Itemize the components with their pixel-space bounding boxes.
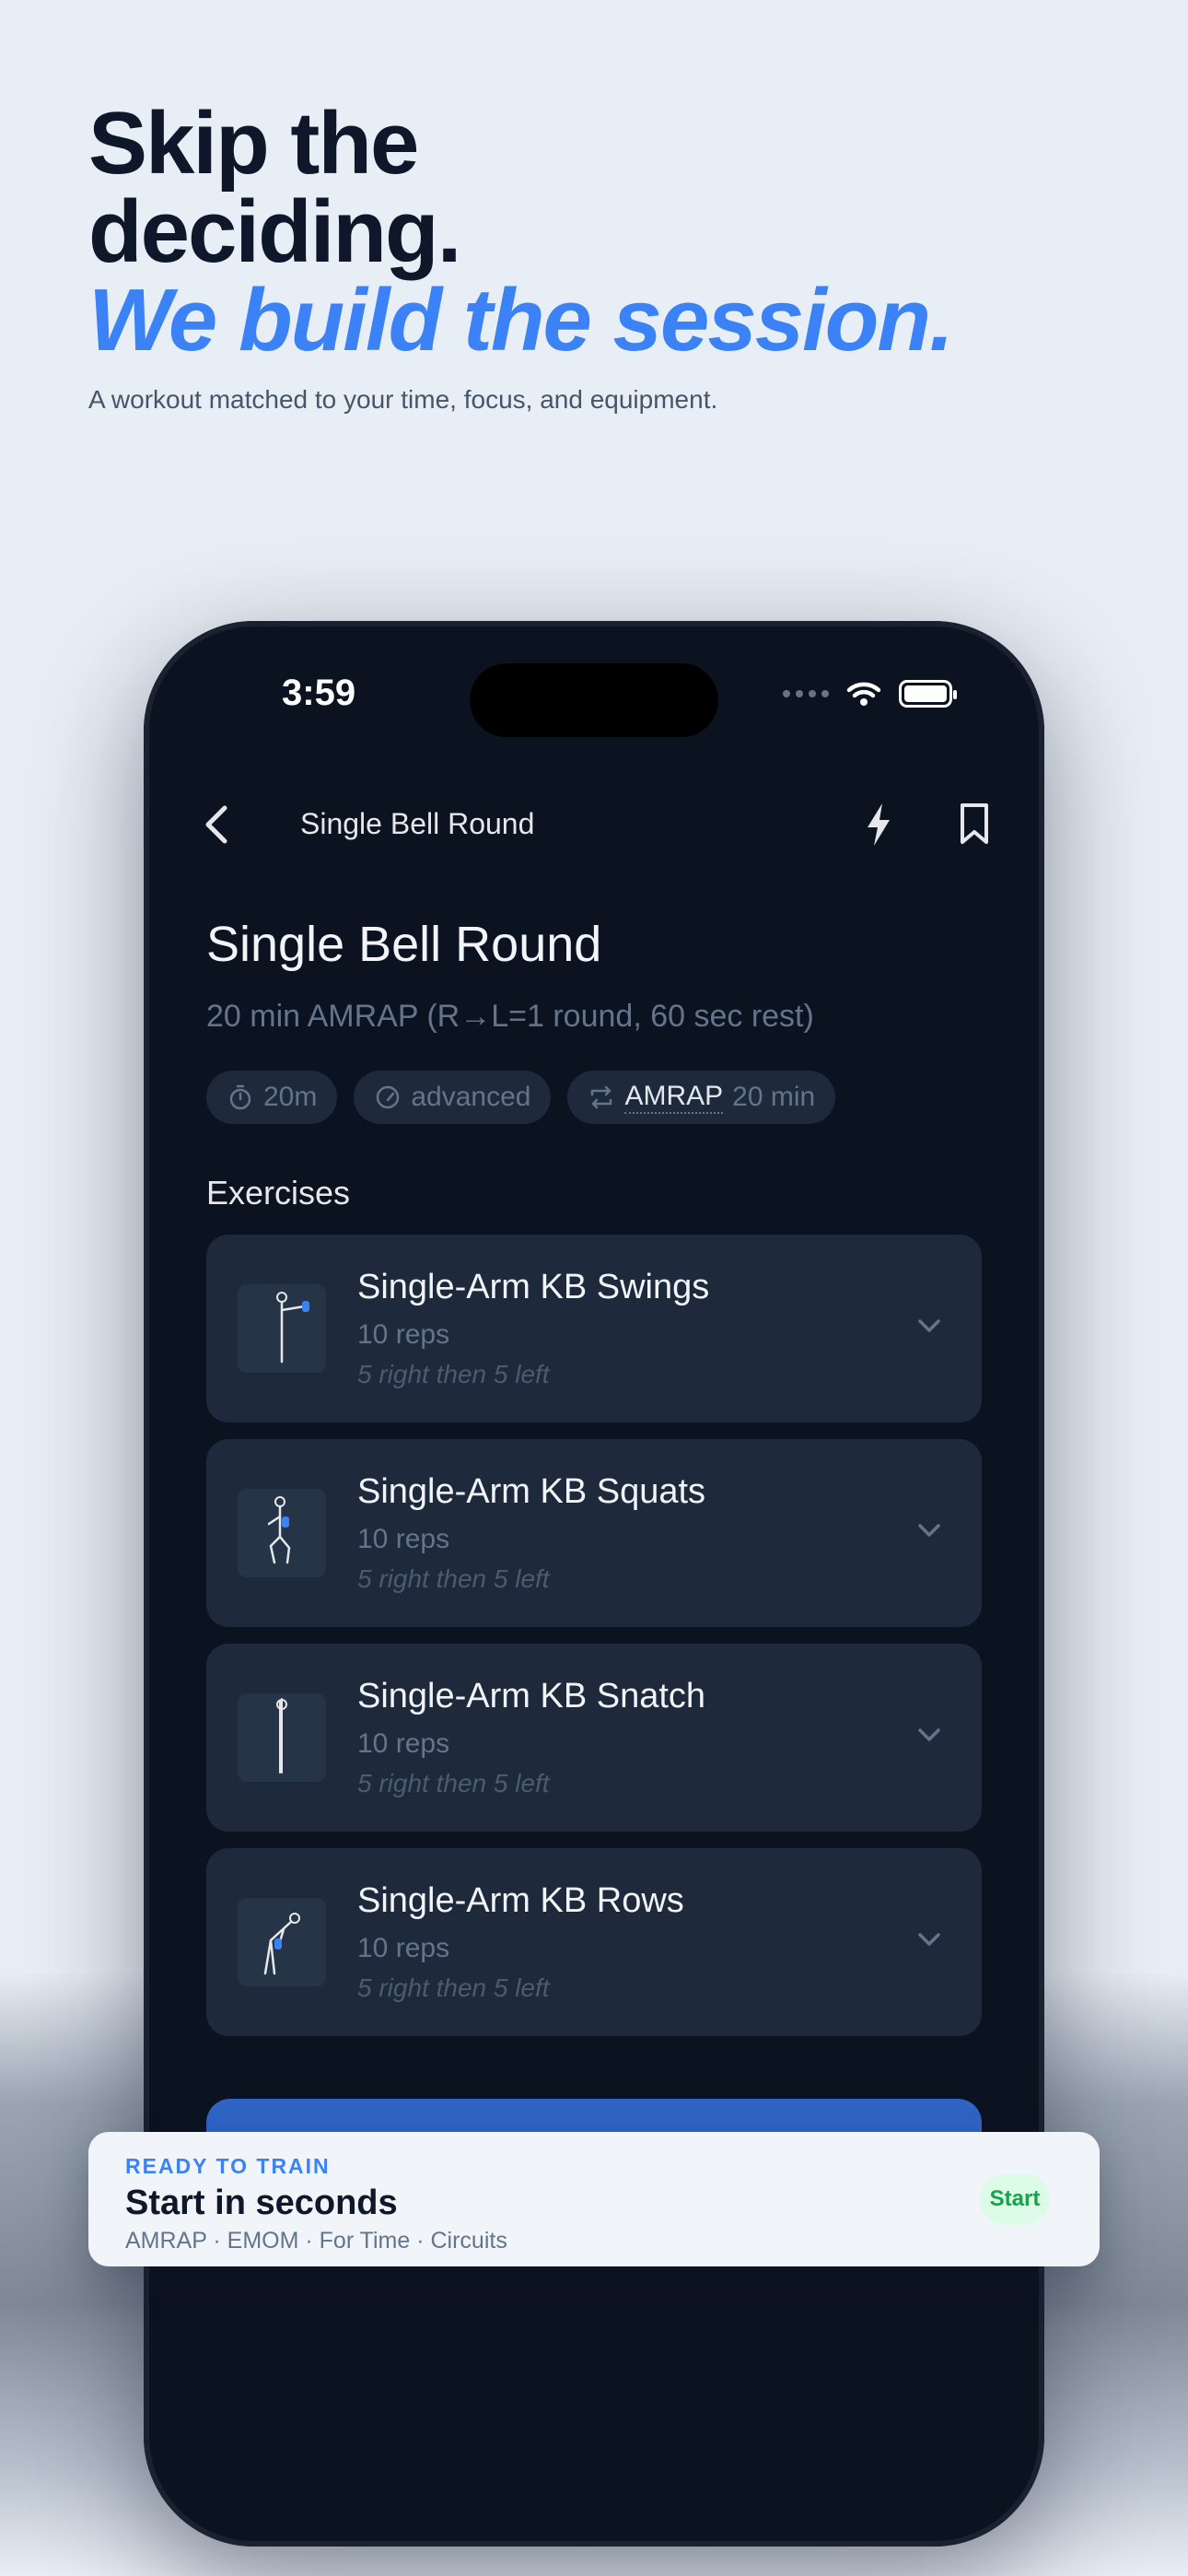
exercise-name: Single-Arm KB Snatch (357, 1677, 706, 1715)
signal-icon (783, 690, 829, 697)
hero-accent: We build the session. (88, 271, 954, 369)
gauge-icon (377, 1085, 400, 1109)
status-icons (783, 680, 957, 708)
row-figure-icon (263, 1913, 300, 1975)
exercise-reps: 10 reps (357, 1524, 450, 1554)
stopwatch-icon (229, 1084, 251, 1110)
exercise-thumbnail (238, 1489, 326, 1577)
chevron-down-icon[interactable] (915, 1516, 943, 1544)
workout-title: Single Bell Round (206, 917, 602, 972)
exercise-reps: 10 reps (357, 1933, 450, 1963)
ready-toast: READY TO TRAIN Start in seconds AMRAP · … (88, 2132, 1100, 2266)
bookmark-icon (961, 803, 988, 844)
hero-line-2: deciding. (88, 182, 461, 281)
swing-figure-icon (276, 1292, 309, 1364)
chip-level: advanced (354, 1071, 552, 1124)
exercise-note: 5 right then 5 left (357, 1973, 550, 2002)
exercise-reps: 10 reps (357, 1319, 450, 1350)
exercise-name: Single-Arm KB Swings (357, 1268, 710, 1306)
bolt-icon (868, 803, 890, 846)
chip-format[interactable]: AMRAP 20 min (567, 1071, 836, 1124)
exercise-reps: 10 reps (357, 1728, 450, 1759)
exercise-note: 5 right then 5 left (357, 1360, 550, 1388)
back-button[interactable] (193, 802, 239, 848)
battery-icon (899, 680, 957, 708)
toast-eyebrow: READY TO TRAIN (125, 2154, 331, 2178)
exercise-card[interactable]: Single-Arm KB Swings 10 reps 5 right the… (206, 1235, 982, 1423)
snatch-figure-icon (276, 1698, 287, 1774)
chevron-left-icon (205, 805, 227, 844)
workout-subtitle: 20 min AMRAP (R→L=1 round, 60 sec rest) (206, 999, 814, 1034)
exercises-heading: Exercises (206, 1174, 351, 1212)
chevron-down-icon[interactable] (915, 1312, 943, 1340)
exercise-thumbnail (238, 1284, 326, 1373)
exercise-card[interactable]: Single-Arm KB Snatch 10 reps 5 right the… (206, 1644, 982, 1832)
workout-chips: 20m advanced AMRAP 20 min (206, 1071, 836, 1124)
chevron-down-icon[interactable] (915, 1721, 943, 1749)
status-time: 3:59 (282, 673, 356, 713)
chip-level-label: advanced (411, 1082, 531, 1112)
exercise-card[interactable]: Single-Arm KB Rows 10 reps 5 right then … (206, 1848, 982, 2036)
exercise-name: Single-Arm KB Squats (357, 1472, 706, 1511)
exercise-note: 5 right then 5 left (357, 1769, 550, 1797)
hero-subtitle: A workout matched to your time, focus, a… (88, 385, 718, 414)
exercise-thumbnail (238, 1898, 326, 1986)
chevron-down-icon[interactable] (915, 1926, 943, 1953)
exercise-note: 5 right then 5 left (357, 1564, 550, 1593)
chip-format-type[interactable]: AMRAP (624, 1081, 724, 1114)
exercise-name: Single-Arm KB Rows (357, 1881, 684, 1920)
dynamic-island (470, 663, 718, 737)
chip-format-label: 20 min (732, 1082, 816, 1112)
nav-bar: Single Bell Round (144, 783, 1044, 866)
exercise-card[interactable]: Single-Arm KB Squats 10 reps 5 right the… (206, 1439, 982, 1627)
wifi-icon (846, 682, 881, 706)
repeat-icon (591, 1085, 612, 1109)
hero: Skip the deciding. We build the session.… (88, 100, 1101, 415)
exercise-thumbnail (238, 1693, 326, 1782)
bookmark-button[interactable] (958, 802, 991, 852)
toast-start-button[interactable]: Start (980, 2173, 1050, 2225)
exercise-list: Single-Arm KB Swings 10 reps 5 right the… (206, 1235, 982, 2053)
toast-title: Start in seconds (125, 2184, 398, 2222)
toast-formats: AMRAP · EMOM · For Time · Circuits (125, 2228, 507, 2254)
quick-start-button[interactable] (862, 802, 895, 852)
chip-duration-label: 20m (263, 1082, 318, 1112)
chip-duration: 20m (206, 1071, 338, 1124)
nav-title: Single Bell Round (300, 807, 535, 840)
squat-figure-icon (267, 1496, 291, 1564)
hero-line-1: Skip the (88, 94, 419, 193)
